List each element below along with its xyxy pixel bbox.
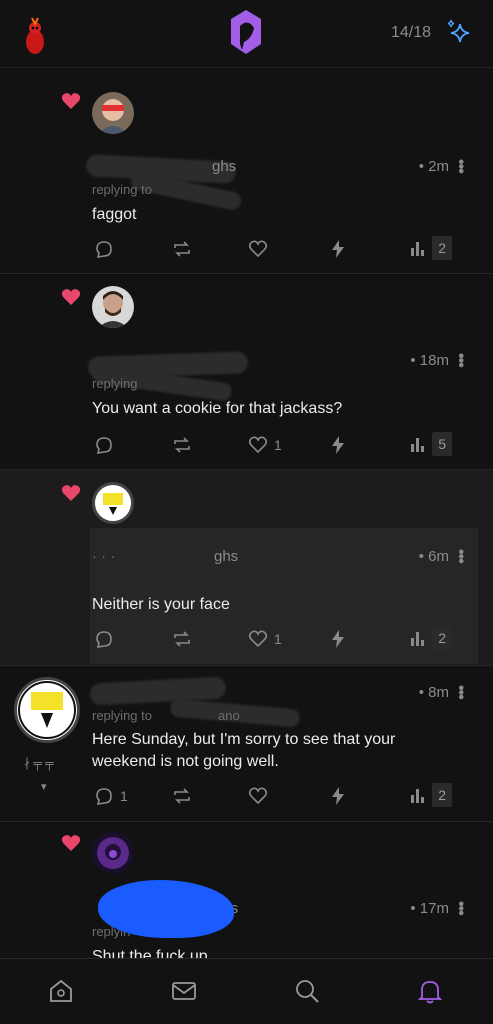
top-bar: 14/18 [0,0,493,68]
reply-icon[interactable] [94,432,114,458]
more-options-icon[interactable]: ••• [451,159,469,173]
mail-icon[interactable] [170,977,200,1007]
repost-icon[interactable] [172,236,192,262]
like-icon [248,630,268,648]
stats-button[interactable]: 5 [408,430,452,458]
avatar[interactable] [92,92,134,134]
replying-to: replying to [92,708,152,723]
action-bar: 1 5 [92,432,452,458]
action-bar: 1 2 [92,783,452,809]
repost-icon[interactable] [172,432,192,458]
sparkle-icon[interactable] [445,18,475,48]
notification-item[interactable]: • 18m ••• replying You want a cookie for… [0,274,493,470]
heart-icon [61,93,81,109]
notification-counter: 14/18 [390,24,431,41]
replying-to: replying to [92,182,152,197]
home-icon[interactable] [47,977,77,1007]
timestamp: • 17m [410,900,449,917]
reply-icon[interactable] [94,626,114,652]
replying-to-name[interactable]: ano [218,708,240,723]
stats-icon [411,242,425,256]
stats-count: 2 [432,236,452,260]
username[interactable]: ghs [214,548,238,565]
thread-indicator-icon: ∤ ╤ ╤ [24,756,54,770]
like-button[interactable]: 1 [248,626,282,652]
zap-icon[interactable] [328,626,348,652]
action-bar: 1 2 [92,626,452,652]
stats-count: 2 [432,626,452,650]
repost-icon[interactable] [172,783,192,809]
stats-icon [411,789,425,803]
reply-button[interactable]: 1 [94,783,128,809]
action-bar: 2 [92,236,452,262]
notification-item[interactable]: ghs • 17m ••• replyin exo Shut the fuck … [0,822,493,965]
note-content: You want a cookie for that jackass? [92,400,343,417]
username[interactable]: ghs [212,158,236,175]
like-count: 1 [274,437,282,453]
like-icon[interactable] [248,236,268,262]
avatar[interactable] [92,482,134,524]
reply-icon[interactable] [94,236,114,262]
timestamp: • 18m [410,352,449,369]
heart-icon [61,835,81,851]
zap-icon[interactable] [328,783,348,809]
repost-icon[interactable] [172,626,192,652]
like-icon[interactable] [248,783,268,809]
note-content: Here Sunday, but I'm sorry to see that y… [92,731,396,770]
timestamp: • 2m [418,158,449,175]
stats-button[interactable]: 2 [408,624,452,652]
timestamp: • 6m [418,548,449,565]
reply-count: 1 [120,788,128,804]
more-options-icon[interactable]: ••• [451,353,469,367]
stats-icon [411,632,425,646]
like-count: 1 [274,631,282,647]
like-icon [248,436,268,454]
chevron-down-icon[interactable]: ▾ [41,780,47,793]
bell-icon[interactable] [416,977,446,1007]
stats-button[interactable]: 2 [408,234,452,262]
more-options-icon[interactable]: ••• [451,901,469,915]
zap-icon[interactable] [328,432,348,458]
like-button[interactable]: 1 [248,432,282,458]
more-options-icon[interactable]: ••• [451,685,469,699]
stats-icon [411,438,425,452]
replying-to: replying [92,376,138,391]
note-content: faggot [92,206,137,223]
stats-count: 5 [432,432,452,456]
search-icon[interactable] [293,977,323,1007]
more-options-icon[interactable]: ••• [451,549,469,563]
avatar[interactable] [92,286,134,328]
app-logo-icon [228,8,264,58]
user-avatar-icon[interactable] [22,16,48,56]
reply-icon [96,788,112,805]
timestamp: • 8m [418,684,449,701]
bottom-nav [0,958,493,1024]
zap-icon[interactable] [328,236,348,262]
note-content: Neither is your face [92,596,230,613]
stats-count: 2 [432,783,452,807]
heart-icon [61,485,81,501]
stats-button[interactable]: 2 [408,781,452,809]
notification-item[interactable]: ghs • 2m ••• replying to faggot 2 [0,68,493,274]
heart-icon [61,289,81,305]
avatar-large[interactable] [14,677,80,743]
avatar[interactable] [92,832,134,874]
redacted-name: · · · [92,548,116,565]
